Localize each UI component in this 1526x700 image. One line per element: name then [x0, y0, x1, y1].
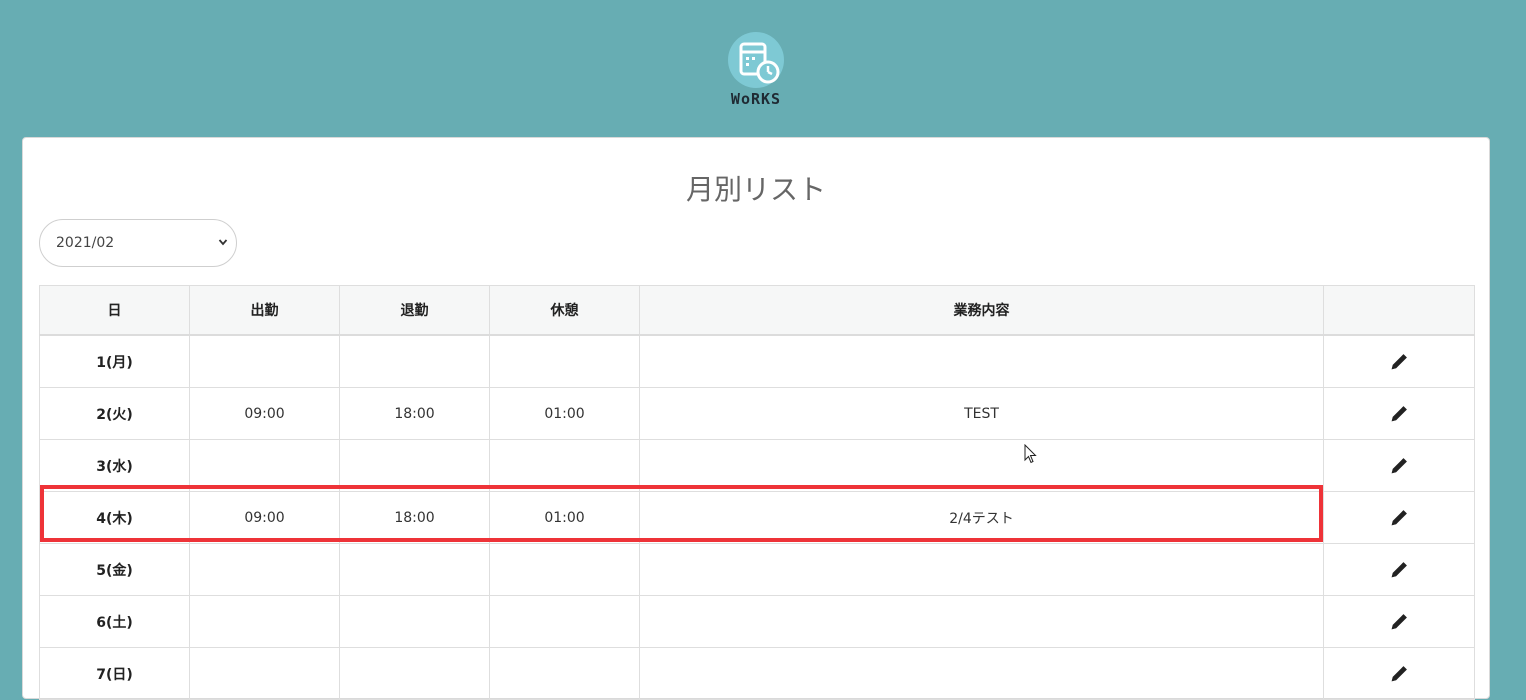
- pencil-icon[interactable]: [1390, 613, 1408, 631]
- monthly-list-card: 月別リスト 2021/02 日 出勤 退勤 休憩 業務内容 1(月) 2(火) …: [22, 137, 1490, 700]
- cell-day: 2(火): [39, 387, 190, 440]
- cell-break: 01:00: [489, 387, 640, 440]
- table-row: 3(水): [39, 439, 1475, 492]
- cell-actions: [1323, 647, 1475, 700]
- month-select-value: 2021/02: [56, 235, 115, 251]
- cell-day: 7(日): [39, 647, 190, 700]
- chevron-down-icon: [218, 239, 228, 246]
- cell-break: 01:00: [489, 491, 640, 544]
- cell-actions: [1323, 387, 1475, 440]
- table-row: 1(月): [39, 334, 1475, 388]
- cell-end: [339, 543, 490, 596]
- cell-actions: [1323, 334, 1475, 388]
- cell-actions: [1323, 491, 1475, 544]
- cell-start: [189, 543, 340, 596]
- cell-day: 1(月): [39, 334, 190, 388]
- cell-work: [639, 595, 1324, 648]
- table-row: 2(火) 09:00 18:00 01:00 TEST: [39, 387, 1475, 440]
- calendar-clock-icon: [728, 32, 784, 88]
- column-header-break: 休憩: [489, 285, 640, 336]
- column-header-work: 業務内容: [639, 285, 1324, 336]
- works-logo[interactable]: WoRKS: [712, 32, 800, 110]
- cell-break: [489, 647, 640, 700]
- cell-actions: [1323, 543, 1475, 596]
- cell-actions: [1323, 439, 1475, 492]
- cell-end: [339, 334, 490, 388]
- cell-break: [489, 543, 640, 596]
- cell-end: [339, 439, 490, 492]
- cell-work: [639, 439, 1324, 492]
- app-header: WoRKS: [0, 0, 1526, 137]
- cell-end: 18:00: [339, 491, 490, 544]
- cell-day: 5(金): [39, 543, 190, 596]
- cell-end: 18:00: [339, 387, 490, 440]
- column-header-actions: [1323, 285, 1475, 336]
- table-header-row: 日 出勤 退勤 休憩 業務内容: [39, 285, 1475, 336]
- table-row: 5(金): [39, 543, 1475, 596]
- monthly-attendance-table: 日 出勤 退勤 休憩 業務内容 1(月) 2(火) 09:00 18:00 01…: [39, 285, 1475, 700]
- cell-break: [489, 439, 640, 492]
- cell-end: [339, 595, 490, 648]
- pencil-icon[interactable]: [1390, 509, 1408, 527]
- logo-text: WoRKS: [730, 90, 782, 108]
- month-select[interactable]: 2021/02: [39, 219, 237, 267]
- cell-start: [189, 595, 340, 648]
- cell-day: 4(木): [39, 491, 190, 544]
- column-header-start: 出勤: [189, 285, 340, 336]
- pencil-icon[interactable]: [1390, 665, 1408, 683]
- cell-work: 2/4テスト: [639, 491, 1324, 544]
- pencil-icon[interactable]: [1390, 353, 1408, 371]
- pencil-icon[interactable]: [1390, 561, 1408, 579]
- cell-work: [639, 543, 1324, 596]
- cell-break: [489, 334, 640, 388]
- cell-start: [189, 334, 340, 388]
- cell-day: 6(土): [39, 595, 190, 648]
- table-row: 4(木) 09:00 18:00 01:00 2/4テスト: [39, 491, 1475, 544]
- cell-actions: [1323, 595, 1475, 648]
- cell-break: [489, 595, 640, 648]
- column-header-end: 退勤: [339, 285, 490, 336]
- table-row: 7(日): [39, 647, 1475, 700]
- column-header-day: 日: [39, 285, 190, 336]
- cell-work: TEST: [639, 387, 1324, 440]
- cell-work: [639, 334, 1324, 388]
- cell-day: 3(水): [39, 439, 190, 492]
- cell-start: [189, 439, 340, 492]
- cell-start: 09:00: [189, 491, 340, 544]
- page-title: 月別リスト: [685, 173, 826, 206]
- cell-start: [189, 647, 340, 700]
- pencil-icon[interactable]: [1390, 405, 1408, 423]
- pencil-icon[interactable]: [1390, 457, 1408, 475]
- table-row: 6(土): [39, 595, 1475, 648]
- cell-end: [339, 647, 490, 700]
- cell-work: [639, 647, 1324, 700]
- cell-start: 09:00: [189, 387, 340, 440]
